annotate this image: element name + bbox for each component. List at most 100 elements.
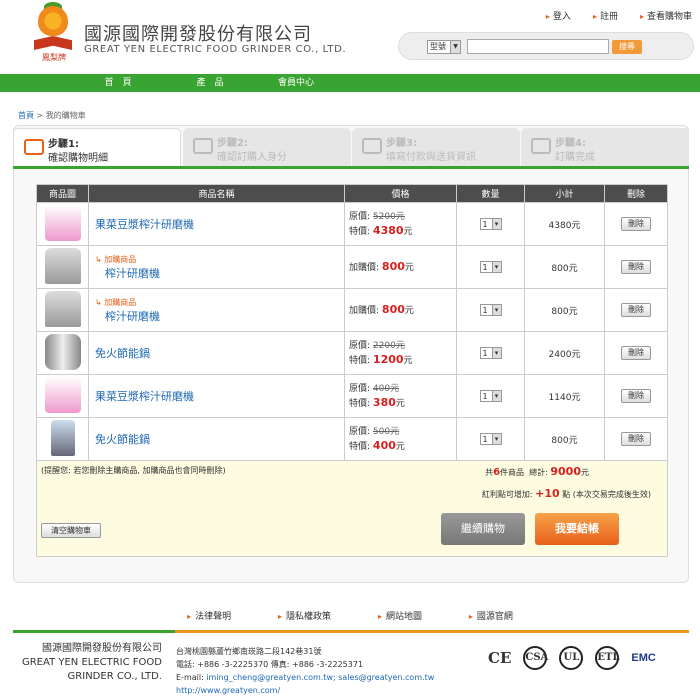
product-name[interactable]: 榨汁研磨機 xyxy=(95,267,160,280)
product-image[interactable] xyxy=(44,376,81,413)
total-label: 總計: xyxy=(529,468,548,477)
price-cell: 原價: 500元 特價: 400元 xyxy=(344,417,457,461)
original-price-line: 原價: 5200元 xyxy=(349,210,456,224)
certifications: CE CSA UL ETL EMC xyxy=(488,646,656,670)
register-link[interactable]: 註冊 xyxy=(593,9,618,22)
bonus-amount: +10 xyxy=(535,487,560,500)
sale-price: 4380 xyxy=(372,223,404,237)
footer-company-zh: 國源國際開發股份有限公司 xyxy=(42,643,162,654)
footer-link-privacy[interactable]: 隱私權政策 xyxy=(278,612,331,622)
sale-price-label: 加購價: xyxy=(349,305,380,316)
delete-cell: 刪除 xyxy=(604,331,668,375)
product-image[interactable] xyxy=(44,247,81,284)
original-price-label: 原價: xyxy=(349,340,371,351)
search-type-value: 型號 xyxy=(430,42,446,51)
emc-logo-icon: EMC xyxy=(631,652,656,664)
product-name[interactable]: 果菜豆漿榨汁研磨機 xyxy=(95,390,194,403)
original-price: 2200元 xyxy=(372,340,405,351)
nav-member[interactable]: 會員中心 xyxy=(266,74,326,92)
bonus-line: 紅利點可增加: +10 點 (本次交易完成後生效) xyxy=(482,487,651,500)
form-icon xyxy=(362,138,382,154)
checkout-steps: 步驟1: 確認購物明細 步驟2: 確認訂購人身分 步驟3: 填寫付款與送貨資訊 … xyxy=(13,128,689,166)
delete-button[interactable]: 刪除 xyxy=(621,346,651,360)
top-links: 登入 註冊 查看購物車 xyxy=(546,9,692,22)
footer-link-legal[interactable]: 法律聲明 xyxy=(187,612,231,622)
step-3: 步驟3: 填寫付款與送貨資訊 xyxy=(352,128,520,166)
delete-button[interactable]: 刪除 xyxy=(621,217,651,231)
footer-link-sitemap[interactable]: 網站地圖 xyxy=(378,612,422,622)
sale-price: 1200 xyxy=(372,352,404,366)
cart-table-header: 商品圖 商品名稱 價格 數量 小計 刪除 xyxy=(36,184,668,203)
delete-cell: 刪除 xyxy=(604,245,668,289)
quantity-select[interactable]: 1 xyxy=(479,261,502,273)
addon-badge: 加購商品 xyxy=(95,297,344,308)
subtotal-cell: 800元 xyxy=(524,288,605,332)
company-name-en: GREAT YEN ELECTRIC FOOD GRINDER CO., LTD… xyxy=(84,44,347,55)
chevron-down-icon: ▼ xyxy=(450,41,460,53)
delete-cell: 刪除 xyxy=(604,202,668,246)
subtotal-cell: 1140元 xyxy=(524,374,605,418)
footer-url[interactable]: http://www.greatyen.com/ xyxy=(176,684,434,697)
product-name[interactable]: 榨汁研磨機 xyxy=(95,310,160,323)
delete-button[interactable]: 刪除 xyxy=(621,432,651,446)
bonus-suffix: 點 (本次交易完成後生效) xyxy=(562,490,651,499)
clear-cart-button[interactable]: 清空購物車 xyxy=(41,523,101,538)
delete-cell: 刪除 xyxy=(604,417,668,461)
step-2: 步驟2: 確認訂購人身分 xyxy=(183,128,351,166)
sale-price-unit: 元 xyxy=(404,305,414,316)
delete-button[interactable]: 刪除 xyxy=(621,303,651,317)
view-cart-link[interactable]: 查看購物車 xyxy=(640,9,692,22)
quantity-select[interactable]: 1 xyxy=(479,218,502,230)
nav-home[interactable]: 首 頁 xyxy=(88,74,148,92)
main-nav: 首 頁 產 品 會員中心 xyxy=(0,74,700,92)
qty-cell: 1 xyxy=(456,374,525,418)
sale-price-unit: 元 xyxy=(404,262,414,273)
quantity-select[interactable]: 1 xyxy=(479,304,502,316)
checkout-button[interactable]: 我要結帳 xyxy=(535,513,619,545)
sale-price: 800 xyxy=(381,302,405,316)
login-link[interactable]: 登入 xyxy=(546,9,571,22)
ce-mark-icon: CE xyxy=(488,649,512,667)
search-type-select[interactable]: 型號 ▼ xyxy=(427,40,461,54)
product-image[interactable] xyxy=(44,290,81,327)
product-image[interactable] xyxy=(44,333,81,370)
product-name[interactable]: 果菜豆漿榨汁研磨機 xyxy=(95,218,194,231)
nav-products[interactable]: 產 品 xyxy=(180,74,240,92)
sale-price-line: 特價: 4380元 xyxy=(349,224,456,239)
product-name-cell: 加購商品榨汁研磨機 xyxy=(88,288,345,332)
quantity-select[interactable]: 1 xyxy=(479,433,502,445)
col-qty: 數量 xyxy=(456,184,525,203)
step-1: 步驟1: 確認購物明細 xyxy=(13,128,181,166)
brand-logo[interactable]: 鳳梨牌 xyxy=(30,2,76,62)
footer-link-official[interactable]: 國源官網 xyxy=(469,612,513,622)
product-image[interactable] xyxy=(50,419,75,456)
product-name[interactable]: 免火節能鍋 xyxy=(95,433,150,446)
subtotal-cell: 800元 xyxy=(524,417,605,461)
quantity-select[interactable]: 1 xyxy=(479,390,502,402)
quantity-select[interactable]: 1 xyxy=(479,347,502,359)
breadcrumb-home[interactable]: 首頁 xyxy=(18,111,34,120)
total-unit: 元 xyxy=(581,468,589,477)
sale-price-unit: 元 xyxy=(395,441,405,452)
product-name[interactable]: 免火節能鍋 xyxy=(95,347,150,360)
product-image-cell xyxy=(36,245,89,289)
search-input[interactable] xyxy=(467,39,609,54)
footer-company-en-2: GRINDER CO., LTD. xyxy=(67,671,162,682)
sale-price-label: 加購價: xyxy=(349,262,380,273)
continue-shopping-button[interactable]: 繼續購物 xyxy=(441,513,525,545)
cart-row: 果菜豆漿榨汁研磨機 原價: 400元特價: 380元 1 1140元 刪除 xyxy=(36,374,668,418)
step-3-label: 填寫付款與送貨資訊 xyxy=(386,152,476,163)
step-2-label: 確認訂購人身分 xyxy=(217,152,287,163)
subtotal-cell: 4380元 xyxy=(524,202,605,246)
subtotal-cell: 800元 xyxy=(524,245,605,289)
cart-table: 商品圖 商品名稱 價格 數量 小計 刪除 果菜豆漿榨汁研磨機 原價: 5200元… xyxy=(36,184,668,461)
product-name-cell: 果菜豆漿榨汁研磨機 xyxy=(88,202,345,246)
delete-button[interactable]: 刪除 xyxy=(621,389,651,403)
search-button[interactable]: 搜尋 xyxy=(612,40,642,54)
product-image-cell xyxy=(36,331,89,375)
sale-price-unit: 元 xyxy=(403,355,413,366)
product-image[interactable] xyxy=(44,204,81,241)
bonus-label: 紅利點可增加: xyxy=(481,490,533,499)
delete-button[interactable]: 刪除 xyxy=(621,260,651,274)
footer-email[interactable]: iming_cheng@greatyen.com.tw; sales@great… xyxy=(206,673,434,682)
